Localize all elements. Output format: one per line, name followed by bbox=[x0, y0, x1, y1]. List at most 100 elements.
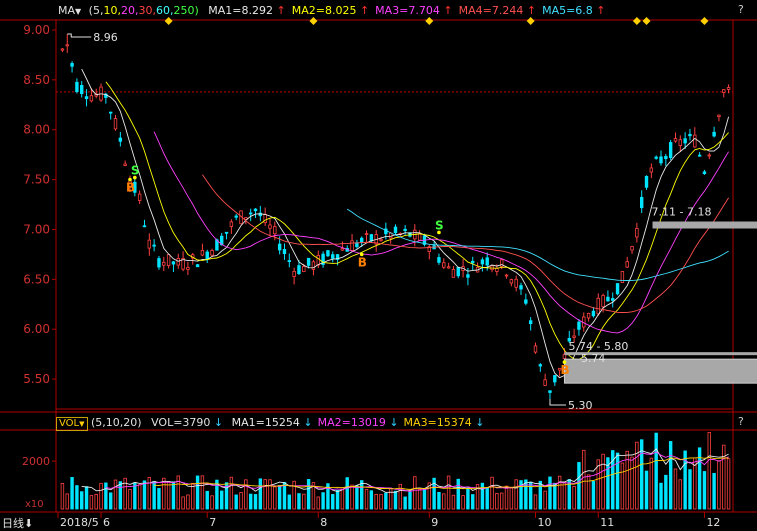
volume-bar bbox=[668, 441, 673, 510]
volume-bar bbox=[166, 481, 171, 510]
candle-body bbox=[316, 254, 320, 266]
candle-body bbox=[277, 243, 282, 251]
volume-bar bbox=[543, 490, 547, 510]
vol-ma-legend-label: MA3=15374 bbox=[403, 416, 472, 429]
candle-body bbox=[224, 231, 229, 234]
candle-body bbox=[726, 87, 731, 90]
candle-body bbox=[369, 234, 374, 242]
chevron-down-icon: ▼ bbox=[75, 7, 82, 16]
signal-dot-icon bbox=[562, 360, 567, 364]
volume-bar bbox=[471, 494, 475, 510]
volume-bar bbox=[413, 476, 417, 510]
price-panel-frame bbox=[55, 19, 734, 410]
volume-bar bbox=[80, 491, 84, 510]
volume-bar bbox=[500, 492, 504, 510]
candle-body bbox=[620, 270, 625, 284]
vol-params: (5,10,20) bbox=[91, 416, 142, 429]
candle-body bbox=[673, 138, 678, 142]
vol-ma-legend-label: MA2=13019 bbox=[317, 416, 386, 429]
indicator-selector[interactable]: MA▼ bbox=[58, 4, 81, 17]
volume-bar bbox=[302, 493, 306, 510]
signal-dot-icon bbox=[359, 252, 364, 257]
volume-bar bbox=[446, 475, 451, 510]
indicator-name: MA bbox=[58, 4, 76, 17]
candle-body bbox=[205, 251, 209, 260]
volume-bar bbox=[147, 477, 152, 510]
volume-bar bbox=[84, 486, 89, 510]
signal-B: B bbox=[560, 363, 569, 377]
volume-bar bbox=[422, 487, 427, 510]
ma-param-1: 10, bbox=[103, 4, 121, 17]
candle-body bbox=[113, 118, 118, 130]
volume-bar bbox=[321, 492, 325, 510]
candle-body bbox=[248, 212, 253, 215]
candle-body bbox=[664, 156, 668, 160]
candle-body bbox=[480, 259, 485, 265]
volume-bar bbox=[195, 475, 200, 510]
candle-body bbox=[678, 139, 683, 146]
candle-body bbox=[615, 283, 620, 295]
candles bbox=[60, 33, 731, 400]
volume-bar bbox=[456, 478, 460, 510]
volume-bar bbox=[379, 494, 383, 510]
candle-body bbox=[142, 225, 147, 228]
period-selector[interactable]: 日线⬇ bbox=[2, 515, 33, 531]
volume-bar bbox=[239, 492, 243, 510]
signal-B: B bbox=[358, 255, 367, 269]
candle-body bbox=[292, 271, 296, 277]
vol-ma-values: MA1=15254 ↓ MA2=13019 ↓ MA3=15374 ↓ bbox=[227, 416, 485, 429]
vol-indicator-selector[interactable]: VOL▼ bbox=[56, 417, 88, 431]
volume-bar bbox=[630, 456, 634, 510]
volume-bar bbox=[277, 485, 282, 510]
x-tick-label: 12 bbox=[706, 516, 720, 529]
volume-bar bbox=[664, 474, 668, 510]
candle-body bbox=[442, 262, 446, 268]
volume-bar bbox=[591, 481, 596, 510]
volume-bar bbox=[548, 476, 552, 510]
volume-bar bbox=[437, 491, 441, 510]
volume-bar bbox=[601, 453, 605, 510]
candle-body bbox=[89, 95, 94, 102]
candle-body bbox=[417, 233, 422, 241]
main-legend: MA▼ (5,10,20,30,60,250) MA1=8.292 ↑ MA2=8… bbox=[58, 3, 606, 19]
volume-bar bbox=[485, 487, 489, 510]
candle-body bbox=[253, 208, 258, 212]
help-icon[interactable]: ? bbox=[738, 3, 744, 16]
candle-body bbox=[306, 257, 311, 266]
down-arrow-icon: ↓ bbox=[299, 416, 313, 429]
x-tick-label: 11 bbox=[600, 516, 614, 529]
event-marker-icon bbox=[642, 17, 651, 25]
candle-body bbox=[577, 321, 581, 330]
help-icon[interactable]: ? bbox=[738, 415, 744, 428]
volume-bar bbox=[297, 493, 301, 510]
volume-bar bbox=[133, 482, 137, 510]
volume-bar bbox=[364, 489, 369, 510]
volume-bar bbox=[157, 488, 161, 510]
candle-body bbox=[403, 228, 407, 231]
stock-chart[interactable]: 9.00 8.50 8.00 7.50 7.00 6.50 6.00 5.50 2000 2018… bbox=[0, 0, 757, 530]
vol-ma-legend-item-1: MA1=15254 ↓ bbox=[232, 416, 313, 429]
ma-legend-item-2: MA2=8.025 ↑ bbox=[292, 4, 369, 17]
volume-bar bbox=[673, 468, 678, 510]
volume-bar bbox=[562, 482, 567, 510]
candle-body bbox=[630, 246, 634, 251]
candle-body bbox=[683, 138, 687, 144]
volume-bar bbox=[191, 482, 195, 510]
volume-bar bbox=[712, 472, 716, 510]
volume-bar bbox=[417, 488, 422, 510]
up-arrow-icon: ↑ bbox=[356, 4, 370, 17]
ma-legend-label: MA5=6.8 bbox=[542, 4, 593, 17]
volume-bar bbox=[273, 486, 277, 510]
period-label: 日线 bbox=[2, 517, 24, 530]
candle-body bbox=[596, 297, 600, 315]
candle-body bbox=[108, 111, 113, 114]
volume-bar bbox=[99, 482, 103, 510]
up-arrow-icon: ↑ bbox=[523, 4, 537, 17]
volume-bar bbox=[89, 495, 94, 510]
down-arrow-icon: ↓ bbox=[471, 416, 485, 429]
signal-S: S bbox=[131, 164, 140, 178]
candle-body bbox=[297, 265, 301, 275]
candle-body bbox=[446, 266, 451, 269]
ma5-line bbox=[81, 68, 730, 379]
volume-bar bbox=[388, 488, 393, 510]
